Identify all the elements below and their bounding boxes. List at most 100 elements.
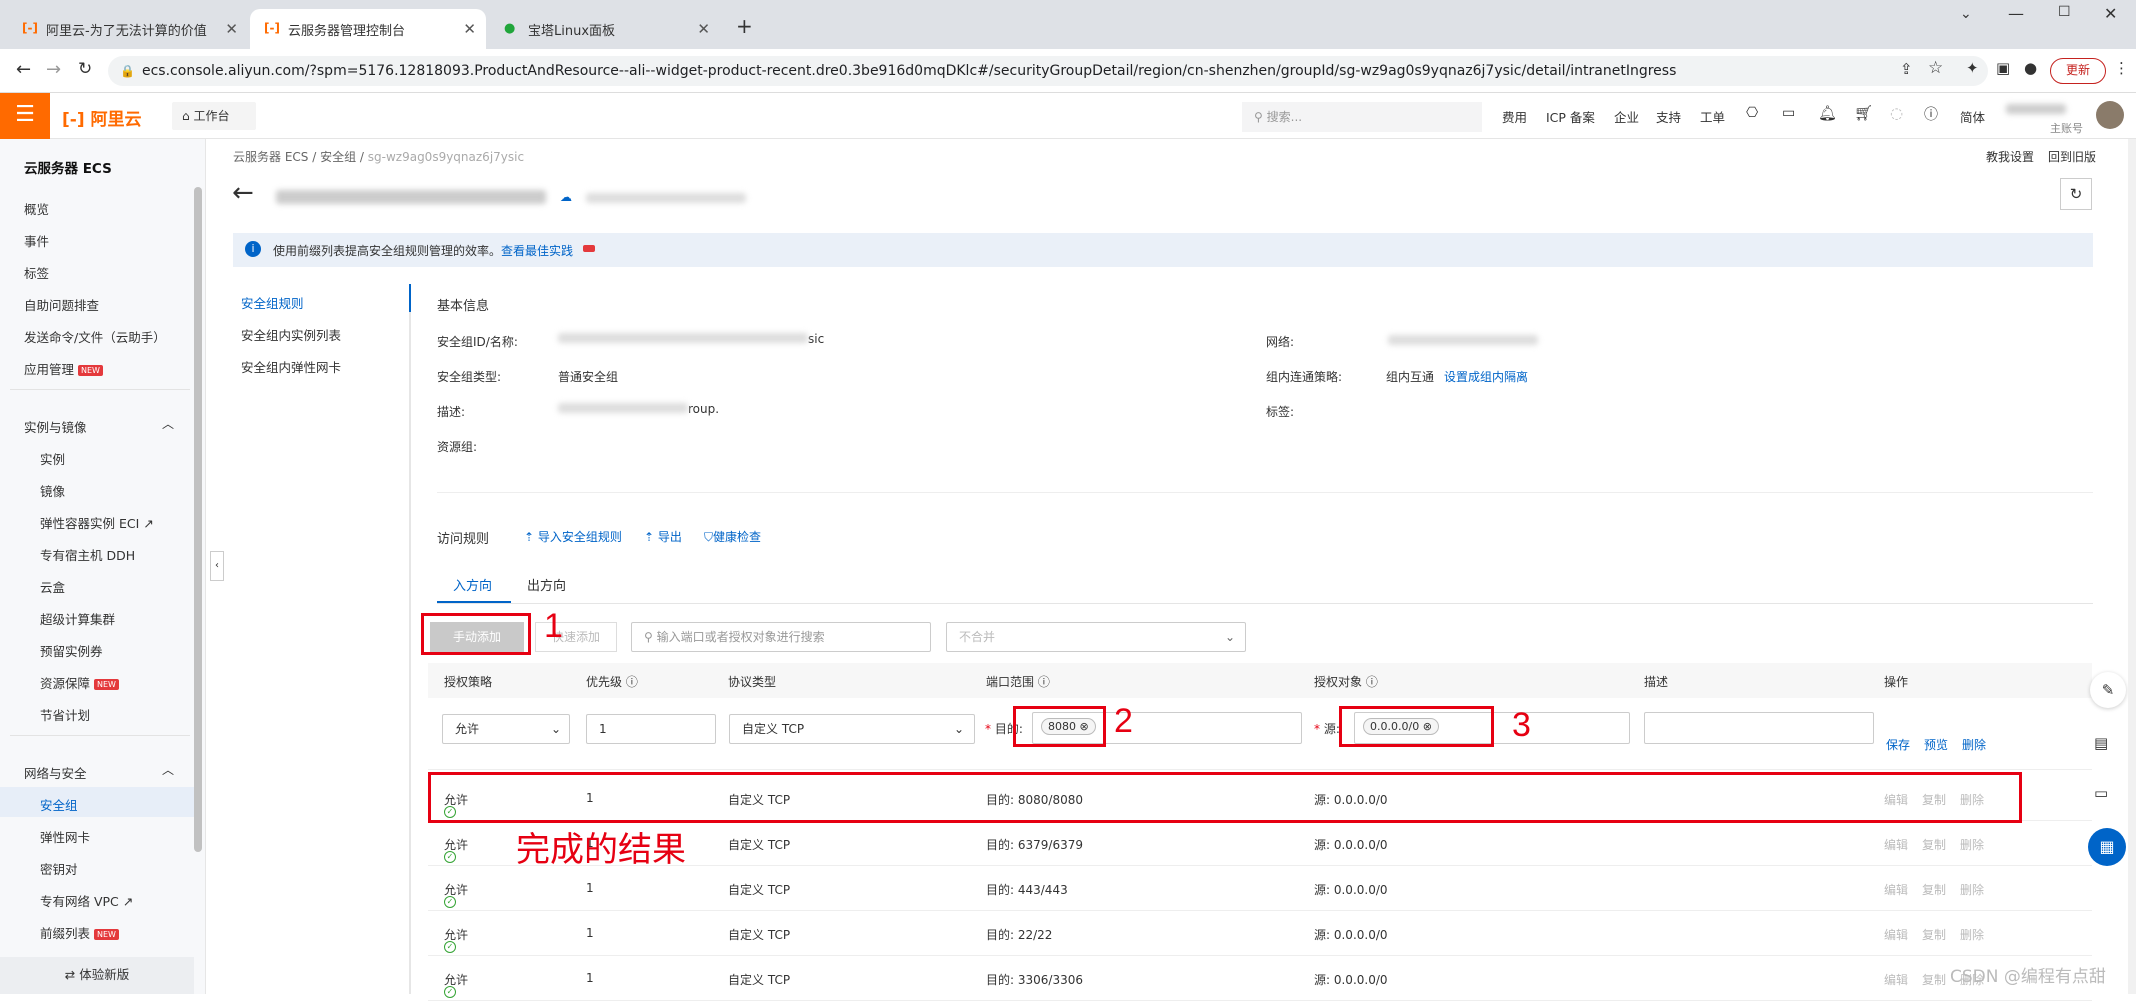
policy-select[interactable]: 允许 ⌄: [442, 714, 570, 744]
tab-baota[interactable]: ● 宝塔Linux面板 ✕: [490, 9, 720, 49]
page-scrollbar[interactable]: [2128, 139, 2136, 994]
maximize-icon[interactable]: ☐: [2058, 4, 2071, 20]
delete-link[interactable]: 删除: [1960, 926, 1984, 943]
avatar[interactable]: [2096, 101, 2124, 129]
merge-select[interactable]: 不合并 ⌄: [946, 622, 1246, 652]
subnav-rules[interactable]: 安全组规则: [241, 293, 304, 312]
best-practice-link[interactable]: 查看最佳实践: [501, 242, 573, 259]
tab-inbound[interactable]: 入方向: [453, 575, 492, 594]
sidebar-scrollbar[interactable]: [194, 187, 202, 852]
sidebar-item-instance[interactable]: 实例: [40, 449, 65, 468]
chat-icon[interactable]: ▭: [2094, 784, 2108, 802]
sidebar-item-keypair[interactable]: 密钥对: [40, 859, 78, 878]
edit-link[interactable]: 编辑: [1884, 836, 1908, 853]
cart-icon[interactable]: 🛒︎: [1854, 104, 1873, 122]
protocol-select[interactable]: 自定义 TCP ⌄: [729, 714, 975, 744]
tab-ecs-console[interactable]: [-] 云服务器管理控制台 ✕: [250, 9, 486, 49]
sidebar-item-image[interactable]: 镜像: [40, 481, 65, 500]
account-area[interactable]: 主账号: [2006, 99, 2083, 136]
subnav-instances[interactable]: 安全组内实例列表: [241, 325, 341, 344]
workbench-button[interactable]: ⌂ 工作台: [172, 102, 256, 130]
sidebar-item-app-mgmt[interactable]: 应用管理 NEW: [24, 359, 103, 378]
bell-icon[interactable]: 🔔︎: [1818, 104, 1837, 122]
chevron-up-icon[interactable]: ︿: [162, 761, 174, 778]
tab-outbound[interactable]: 出方向: [527, 575, 566, 594]
sidebar-item-troubleshoot[interactable]: 自助问题排查: [24, 295, 99, 314]
subnav-eni[interactable]: 安全组内弹性网卡: [241, 357, 341, 376]
save-link[interactable]: 保存: [1886, 736, 1910, 753]
chevron-up-icon[interactable]: ︿: [162, 415, 174, 432]
delete-link[interactable]: 删除: [1962, 736, 1986, 753]
edit-link[interactable]: 编辑: [1884, 881, 1908, 898]
preview-link[interactable]: 预览: [1924, 736, 1948, 753]
old-version-link[interactable]: 回到旧版: [2048, 148, 2096, 165]
export-link[interactable]: ⇡ 导出: [644, 528, 682, 545]
hamburger-menu-icon[interactable]: ☰: [0, 93, 50, 139]
set-isolation-link[interactable]: 设置成组内隔离: [1444, 368, 1528, 385]
profile-icon[interactable]: ●: [2024, 59, 2037, 77]
refresh-button[interactable]: ↻: [2060, 178, 2092, 210]
close-icon[interactable]: ✕: [697, 20, 710, 38]
sidepanel-icon[interactable]: ▣: [1996, 59, 2010, 77]
sidebar-item-scc[interactable]: 超级计算集群: [40, 609, 115, 628]
sidebar-item-eni[interactable]: 弹性网卡: [40, 827, 90, 846]
delete-link[interactable]: 删除: [1960, 881, 1984, 898]
sidebar-item-prefix-list[interactable]: 前缀列表 NEW: [40, 923, 119, 942]
nav-icp[interactable]: ICP 备案: [1546, 107, 1595, 126]
forward-icon[interactable]: →: [46, 59, 61, 80]
description-input[interactable]: [1644, 712, 1874, 744]
sidebar-item-ddh[interactable]: 专有宿主机 DDH: [40, 545, 135, 564]
url-field[interactable]: 🔒 ecs.console.aliyun.com/?spm=5176.12818…: [108, 56, 1988, 86]
priority-input[interactable]: 1: [586, 714, 716, 744]
lightbulb-icon[interactable]: ◌: [1890, 104, 1903, 122]
tab-search-chevron-icon[interactable]: ⌄: [1960, 6, 1972, 22]
sidebar-item-security-group[interactable]: 安全组: [40, 795, 78, 814]
sidebar-group-instances[interactable]: 实例与镜像: [24, 417, 87, 436]
collapse-sidebar-toggle[interactable]: ‹: [210, 551, 224, 581]
copy-link[interactable]: 复制: [1922, 836, 1946, 853]
tutorial-link[interactable]: 教我设置: [1986, 148, 2034, 165]
back-icon[interactable]: ←: [16, 59, 31, 80]
sidebar-item-tags[interactable]: 标签: [24, 263, 49, 282]
minimize-icon[interactable]: —: [2008, 4, 2024, 23]
star-icon[interactable]: ☆: [1928, 58, 1943, 78]
sidebar-item-overview[interactable]: 概览: [24, 199, 49, 218]
menu-icon[interactable]: ⋮: [2114, 59, 2129, 77]
update-button[interactable]: 更新: [2050, 58, 2106, 84]
share-icon[interactable]: ⇪: [1900, 60, 1913, 78]
nav-enterprise[interactable]: 企业: [1614, 107, 1639, 126]
delete-link[interactable]: 删除: [1960, 836, 1984, 853]
cloud-shell-icon[interactable]: ⎔: [1746, 105, 1758, 121]
apps-grid-icon[interactable]: ▦: [2088, 828, 2126, 866]
close-icon[interactable]: ✕: [463, 20, 476, 38]
language-switch[interactable]: 简体: [1960, 107, 1985, 126]
tab-aliyun[interactable]: [-] 阿里云-为了无法计算的价值 ✕: [8, 9, 248, 49]
sidebar-group-network[interactable]: 网络与安全: [24, 763, 87, 782]
aliyun-logo[interactable]: [-] 阿里云: [62, 105, 142, 130]
rule-search-input[interactable]: ⚲ 输入端口或者授权对象进行搜索: [631, 622, 931, 652]
sidebar-item-assurance[interactable]: 资源保障 NEW: [40, 673, 119, 692]
sidebar-item-vpc[interactable]: 专有网络 VPC ↗: [40, 891, 133, 910]
sidebar-item-eci[interactable]: 弹性容器实例 ECI ↗: [40, 513, 154, 532]
nav-billing[interactable]: 费用: [1502, 107, 1527, 126]
breadcrumb-sg[interactable]: 安全组: [320, 150, 356, 164]
sidebar-item-send-command[interactable]: 发送命令/文件（云助手）: [24, 327, 166, 346]
health-check-link[interactable]: ⛉健康检查: [704, 528, 761, 545]
terminal-icon[interactable]: ▭: [1782, 105, 1795, 121]
nav-ticket[interactable]: 工单: [1700, 107, 1725, 126]
reload-icon[interactable]: ↻: [78, 59, 92, 79]
close-window-icon[interactable]: ✕: [2104, 4, 2117, 23]
copy-link[interactable]: 复制: [1922, 971, 1946, 988]
edit-link[interactable]: 编辑: [1884, 926, 1908, 943]
network-value-blurred[interactable]: [1388, 335, 1538, 345]
import-rules-link[interactable]: ⇡ 导入安全组规则: [524, 528, 622, 545]
global-search-input[interactable]: ⚲ 搜索...: [1242, 102, 1482, 132]
copy-link[interactable]: 复制: [1922, 881, 1946, 898]
extensions-icon[interactable]: ✦: [1966, 59, 1979, 77]
sidebar-item-cloudbox[interactable]: 云盒: [40, 577, 65, 596]
sidebar-item-reserved[interactable]: 预留实例券: [40, 641, 103, 660]
new-version-button[interactable]: ⇄ 体验新版: [0, 957, 194, 994]
edit-link[interactable]: 编辑: [1884, 971, 1908, 988]
edit-pen-icon[interactable]: ✎: [2090, 672, 2126, 708]
close-icon[interactable]: ✕: [225, 20, 238, 38]
